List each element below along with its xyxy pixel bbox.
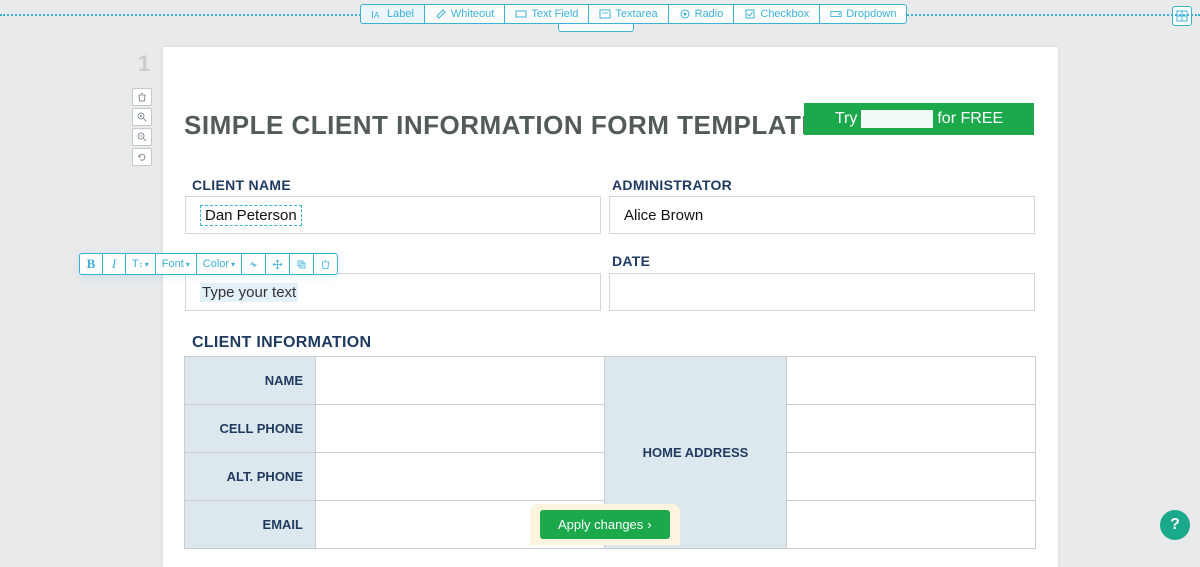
color-button[interactable]: Color▾ — [197, 254, 242, 274]
delete-button[interactable] — [314, 254, 337, 274]
cell-name-value[interactable] — [316, 357, 605, 405]
apply-changes-button[interactable]: Apply changes › — [540, 510, 670, 539]
apply-changes-container: Apply changes › — [530, 504, 680, 545]
tool-label[interactable]: IA Label — [360, 4, 425, 24]
zoom-in-icon — [137, 112, 147, 122]
link-button[interactable] — [242, 254, 266, 274]
chevron-right-icon: › — [647, 517, 651, 532]
document-title: SIMPLE CLIENT INFORMATION FORM TEMPLATE — [184, 110, 819, 141]
cta-mask — [861, 110, 933, 128]
insert-toolbar: IA Label Whiteout Text Field Textarea Ra… — [360, 4, 907, 24]
client-name-value: Dan Peterson — [200, 205, 302, 226]
italic-button[interactable]: I — [103, 254, 126, 274]
refresh-button[interactable] — [132, 148, 152, 166]
tool-label-text: Whiteout — [451, 8, 494, 20]
font-button[interactable]: Font▾ — [156, 254, 197, 274]
editing-label-field[interactable]: Type your text — [185, 273, 601, 311]
table-row: NAME HOME ADDRESS — [185, 357, 1036, 405]
fontsize-button[interactable]: T↕▾ — [126, 254, 156, 274]
cell-cellphone-value[interactable] — [316, 405, 605, 453]
svg-text:A: A — [374, 11, 380, 20]
page-side-tools — [132, 88, 152, 166]
administrator-input[interactable]: Alice Brown — [609, 196, 1035, 234]
apply-label: Apply changes — [558, 517, 643, 532]
cell-address-1[interactable] — [787, 357, 1036, 405]
tool-whiteout[interactable]: Whiteout — [424, 4, 505, 24]
tool-label-text: Text Field — [531, 8, 578, 20]
textarea-icon — [599, 8, 611, 20]
tool-label-text: Radio — [695, 8, 724, 20]
delete-page-button[interactable] — [132, 88, 152, 106]
chevron-down-icon: ▾ — [231, 260, 235, 269]
section-title: CLIENT INFORMATION — [192, 334, 371, 352]
tool-label-text: Dropdown — [846, 8, 896, 20]
tool-label-text: Label — [387, 8, 414, 20]
zoom-in-button[interactable] — [132, 108, 152, 126]
move-button[interactable] — [266, 254, 290, 274]
size-arrows: ↕ — [139, 260, 143, 269]
zoom-out-icon — [137, 132, 147, 142]
tool-radio[interactable]: Radio — [668, 4, 735, 24]
color-label: Color — [203, 258, 229, 270]
client-name-label: CLIENT NAME — [192, 177, 291, 193]
fontsize-label: T — [132, 258, 139, 270]
row-label-name: NAME — [185, 357, 316, 405]
tool-checkbox[interactable]: Checkbox — [733, 4, 820, 24]
tool-textarea[interactable]: Textarea — [588, 4, 668, 24]
dropdown-icon — [830, 8, 842, 20]
checkbox-icon — [744, 8, 756, 20]
tool-label-text: Checkbox — [760, 8, 809, 20]
trash-icon — [320, 259, 331, 270]
grid-icon — [1176, 10, 1188, 22]
cell-address-4[interactable] — [787, 501, 1036, 549]
tool-dropdown[interactable]: Dropdown — [819, 4, 907, 24]
layout-grid-button[interactable] — [1172, 6, 1192, 26]
date-input[interactable] — [609, 273, 1035, 311]
administrator-label: ADMINISTRATOR — [612, 177, 732, 193]
date-label: DATE — [612, 253, 650, 269]
refresh-icon — [137, 152, 147, 162]
bold-button[interactable]: B — [80, 254, 103, 274]
label-icon: IA — [371, 8, 383, 20]
help-icon: ? — [1170, 516, 1180, 534]
chevron-down-icon: ▾ — [145, 260, 149, 269]
link-icon — [248, 259, 259, 270]
cell-address-2[interactable] — [787, 405, 1036, 453]
administrator-value: Alice Brown — [624, 207, 703, 224]
move-icon — [272, 259, 283, 270]
try-free-button[interactable]: Try for FREE — [804, 103, 1034, 135]
copy-button[interactable] — [290, 254, 314, 274]
zoom-out-button[interactable] — [132, 128, 152, 146]
page-number: 1 — [138, 51, 150, 77]
radio-icon — [679, 8, 691, 20]
client-name-input[interactable]: Dan Peterson — [185, 196, 601, 234]
cta-suffix: for FREE — [937, 110, 1003, 128]
help-button[interactable]: ? — [1160, 510, 1190, 540]
text-format-toolbar: B I T↕▾ Font▾ Color▾ — [79, 253, 338, 275]
row-label-cellphone: CELL PHONE — [185, 405, 316, 453]
whiteout-icon — [435, 8, 447, 20]
copy-icon — [296, 259, 307, 270]
trash-icon — [137, 92, 147, 102]
row-label-altphone: ALT. PHONE — [185, 453, 316, 501]
row-label-email: EMAIL — [185, 501, 316, 549]
tool-label-text: Textarea — [615, 8, 657, 20]
cell-address-3[interactable] — [787, 453, 1036, 501]
placeholder-text: Type your text — [200, 283, 298, 302]
chevron-down-icon: ▾ — [186, 260, 190, 269]
textfield-icon — [515, 8, 527, 20]
tool-textfield[interactable]: Text Field — [504, 4, 589, 24]
cta-prefix: Try — [835, 110, 858, 128]
cell-altphone-value[interactable] — [316, 453, 605, 501]
font-label: Font — [162, 258, 184, 270]
